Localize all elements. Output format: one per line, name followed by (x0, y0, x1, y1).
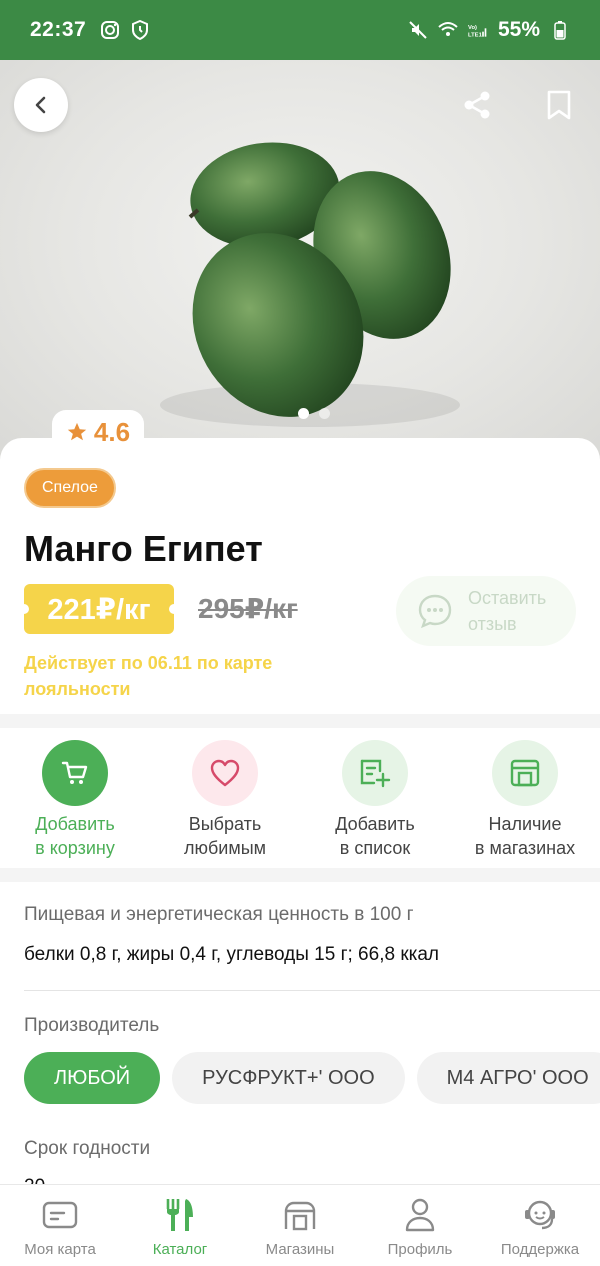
nav-label: Поддержка (500, 1241, 580, 1258)
nav-my-card[interactable]: Моя карта (0, 1185, 120, 1266)
wifi-icon (438, 22, 458, 36)
instagram-icon (101, 21, 120, 39)
share-button[interactable] (450, 78, 504, 132)
manufacturer-label: Производитель (24, 1015, 160, 1036)
nav-label: Моя карта (24, 1241, 96, 1258)
mango-illustration (160, 142, 460, 427)
favorite-label: Выбрать любимым (183, 814, 267, 858)
action-bar: Добавить в корзину Выбрать любимым Добав… (0, 740, 600, 886)
heart-icon (210, 759, 240, 787)
rating-value: 4.6 (93, 416, 131, 447)
chevron-left-icon (35, 96, 46, 114)
store-nav-icon (284, 1201, 316, 1231)
divider (0, 714, 600, 728)
pagination-dot-active[interactable] (298, 408, 309, 419)
add-to-list-button[interactable]: Добавить в список (300, 740, 450, 886)
store-icon (510, 759, 540, 787)
nav-profile[interactable]: Профиль (360, 1185, 480, 1266)
nav-support[interactable]: Поддержка (480, 1185, 600, 1266)
share-icon (464, 91, 490, 119)
status-time: 22:37 (30, 18, 87, 41)
status-bar: 22:37 Vo) LTE1 55% (0, 0, 600, 60)
battery-percent: 55% (497, 18, 540, 41)
current-price: 221₽/кг (19, 584, 179, 634)
nav-label: Магазины (265, 1241, 335, 1258)
bookmark-icon (547, 90, 571, 120)
nav-label: Профиль (387, 1241, 453, 1258)
favorite-button[interactable]: Выбрать любимым (150, 740, 300, 886)
shelf-life-label: Срок годности (24, 1138, 151, 1159)
manufacturer-chip-m4-agro[interactable]: М4 АГРО' ООО (416, 1052, 600, 1104)
catalog-icon (166, 1199, 193, 1231)
old-price: 295₽/кг (198, 593, 298, 624)
battery-icon (554, 21, 566, 40)
product-image[interactable] (0, 60, 600, 460)
manufacturer-chips: ЛЮБОЙ РУСФРУКТ+' ООО М4 АГРО' ООО (24, 1052, 600, 1104)
ripeness-badge: Спелое (24, 468, 116, 508)
shield-clock-icon (132, 20, 149, 40)
mute-icon (409, 21, 427, 39)
nav-stores[interactable]: Магазины (240, 1185, 360, 1266)
store-availability-label: Наличие в магазинах (474, 814, 576, 858)
product-card: Спелое Манго Египет 221₽/кг 295₽/кг Оста… (0, 438, 600, 1266)
star-icon (67, 422, 87, 441)
bookmark-button[interactable] (532, 78, 586, 132)
manufacturer-chip-any[interactable]: ЛЮБОЙ (24, 1052, 161, 1104)
volte-signal-icon: Vo) LTE1 (468, 25, 487, 39)
promo-note: Действует по 06.11 по карте лояльности (24, 653, 273, 699)
svg-text:Vo): Vo) (468, 25, 477, 31)
image-pagination[interactable] (298, 408, 330, 419)
profile-icon (405, 1198, 435, 1232)
leave-review-label: Оставить отзыв (468, 588, 547, 634)
card-icon (42, 1201, 78, 1229)
rating[interactable]: 4.6 (52, 410, 144, 454)
store-availability-button[interactable]: Наличие в магазинах (450, 740, 600, 886)
chat-bubble-icon (418, 594, 452, 629)
cart-icon (61, 761, 88, 784)
svg-text:LTE1: LTE1 (468, 33, 483, 39)
nutrition-value: белки 0,8 г, жиры 0,4 г, углеводы 15 г; … (24, 944, 440, 965)
add-to-list-label: Добавить в список (335, 814, 415, 858)
nav-catalog[interactable]: Каталог (120, 1185, 240, 1266)
manufacturer-chip-rusfrukt[interactable]: РУСФРУКТ+' ООО (172, 1052, 405, 1104)
leave-review-button[interactable]: Оставить отзыв (396, 576, 576, 646)
add-list-icon (360, 759, 391, 788)
nutrition-label: Пищевая и энергетическая ценность в 100 … (24, 904, 414, 925)
support-icon (525, 1200, 555, 1230)
product-title: Манго Египет (24, 528, 263, 569)
add-to-cart-label: Добавить в корзину (35, 814, 115, 858)
nav-label: Каталог (152, 1241, 208, 1258)
divider (24, 990, 600, 991)
back-button[interactable] (14, 78, 68, 132)
bottom-navigation: Моя карта Каталог Магазины Профиль Подде… (0, 1184, 600, 1266)
add-to-cart-button[interactable]: Добавить в корзину (0, 740, 150, 886)
pagination-dot[interactable] (319, 408, 330, 419)
divider (0, 868, 600, 882)
